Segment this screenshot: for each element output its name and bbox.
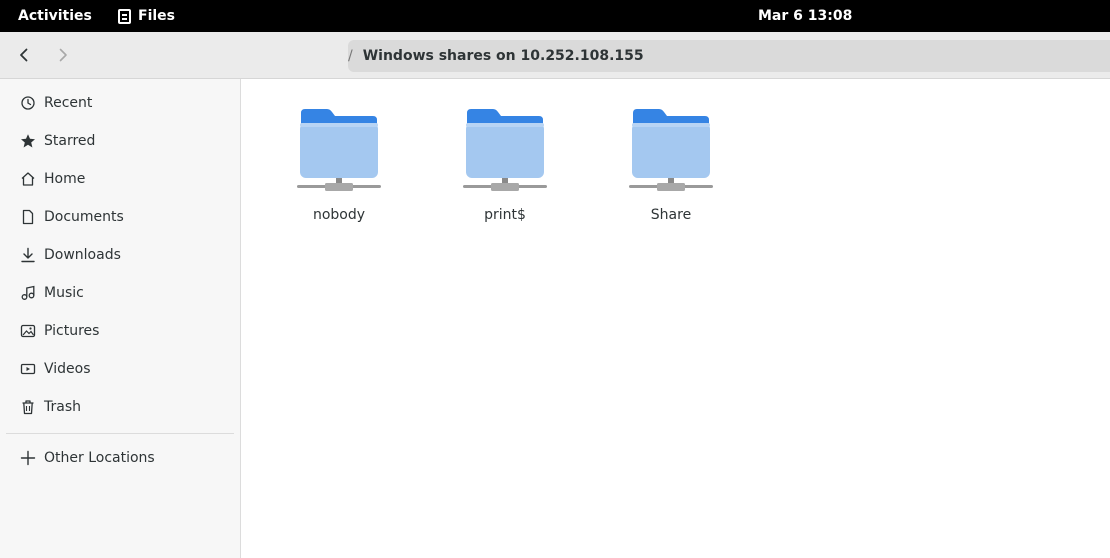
sidebar-item-label: Trash [44, 399, 81, 415]
sidebar-item-videos[interactable]: Videos [0, 351, 240, 387]
sidebar-item-other-locations[interactable]: Other Locations [0, 440, 240, 476]
sidebar-item-label: Downloads [44, 247, 121, 263]
clock[interactable]: Mar 6 13:08 [758, 0, 852, 32]
sidebar-item-recent[interactable]: Recent [0, 85, 240, 121]
file-view[interactable]: nobody print$ Share [241, 79, 1110, 558]
sidebar-item-starred[interactable]: Starred [0, 123, 240, 159]
download-icon [20, 247, 36, 263]
share-print[interactable]: print$ [445, 107, 565, 227]
sidebar-item-label: Music [44, 285, 84, 301]
file-name-label: Share [650, 207, 692, 223]
activities-button[interactable]: Activities [18, 0, 92, 32]
files-app-icon [118, 8, 131, 24]
sidebar: Recent Starred Home Documents Downloads … [0, 79, 241, 558]
sidebar-item-home[interactable]: Home [0, 161, 240, 197]
document-icon [20, 209, 36, 225]
app-menu-label: Files [138, 8, 175, 24]
path-bar[interactable]: / Windows shares on 10.252.108.155 [348, 40, 1110, 72]
music-icon [20, 285, 36, 301]
share-share[interactable]: Share [611, 107, 731, 227]
sidebar-item-label: Other Locations [44, 450, 155, 466]
header-bar: / Windows shares on 10.252.108.155 [0, 32, 1110, 79]
sidebar-item-label: Videos [44, 361, 91, 377]
video-icon [20, 361, 36, 377]
sidebar-item-label: Starred [44, 133, 96, 149]
sidebar-item-pictures[interactable]: Pictures [0, 313, 240, 349]
home-icon [20, 171, 36, 187]
network-folder-icon [463, 109, 547, 191]
network-folder-icon [297, 109, 381, 191]
forward-button[interactable] [48, 40, 78, 70]
current-location-button[interactable]: Windows shares on 10.252.108.155 [363, 48, 644, 64]
back-button[interactable] [9, 40, 39, 70]
sidebar-item-music[interactable]: Music [0, 275, 240, 311]
sidebar-item-trash[interactable]: Trash [0, 389, 240, 425]
sidebar-item-label: Home [44, 171, 86, 187]
network-folder-icon [629, 109, 713, 191]
file-name-label: print$ [484, 207, 526, 223]
top-bar: Activities Files Mar 6 13:08 [0, 0, 1110, 32]
sidebar-item-label: Recent [44, 95, 93, 111]
app-menu-button[interactable]: Files [118, 0, 175, 32]
chevron-right-icon [59, 48, 67, 62]
share-nobody[interactable]: nobody [279, 107, 399, 227]
sidebar-item-label: Documents [44, 209, 124, 225]
file-name-label: nobody [312, 207, 366, 223]
sidebar-item-documents[interactable]: Documents [0, 199, 240, 235]
star-icon [20, 133, 36, 149]
plus-icon [20, 450, 36, 466]
sidebar-divider [6, 433, 234, 434]
picture-icon [20, 323, 36, 339]
clock-icon [20, 95, 36, 111]
sidebar-item-label: Pictures [44, 323, 100, 339]
path-separator: / [348, 48, 353, 64]
chevron-left-icon [20, 48, 28, 62]
trash-icon [20, 399, 36, 415]
sidebar-item-downloads[interactable]: Downloads [0, 237, 240, 273]
